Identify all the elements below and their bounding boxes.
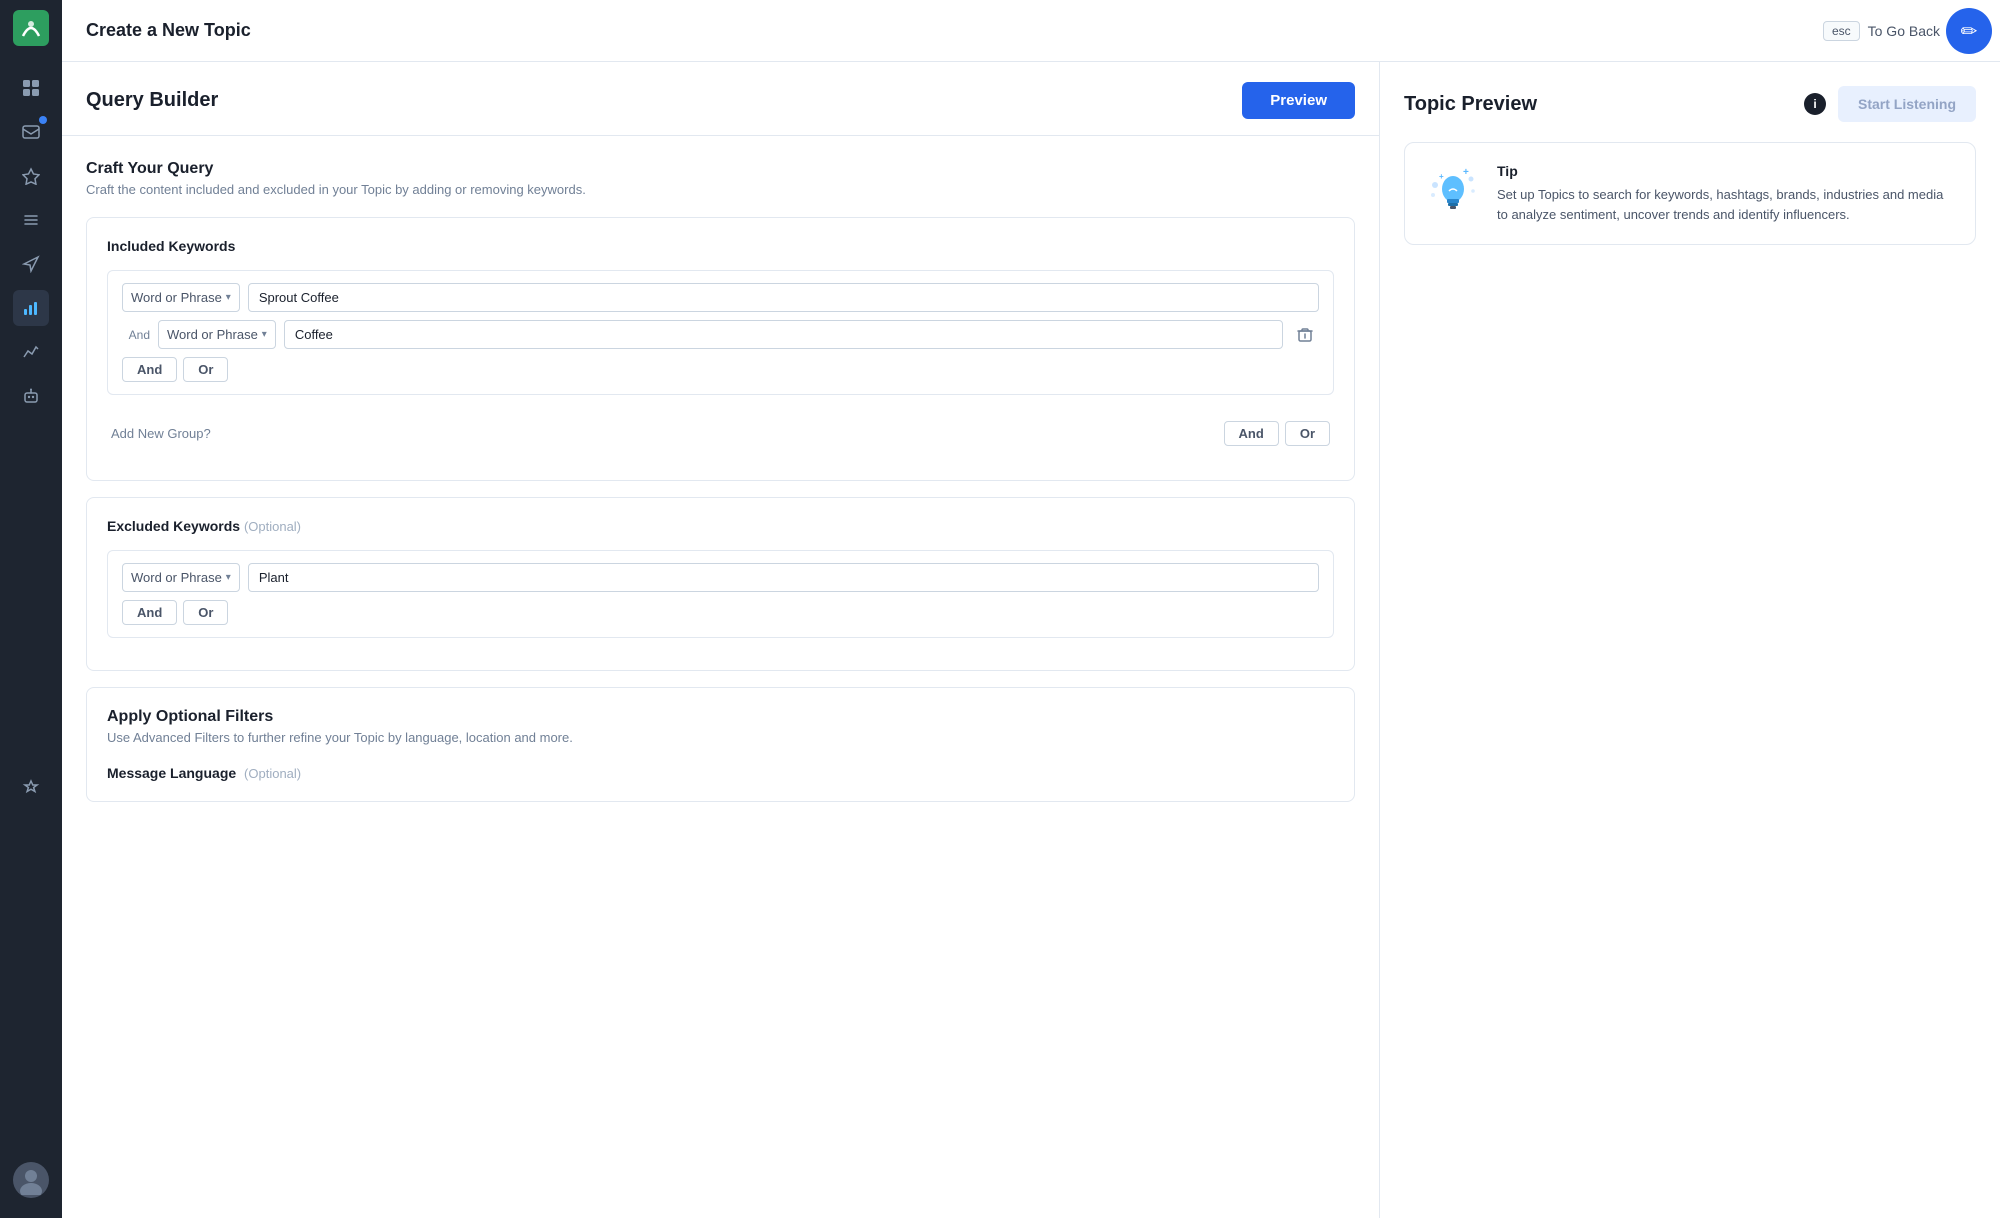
- query-builder-title: Query Builder: [86, 89, 218, 112]
- included-type-select-1[interactable]: Word or Phrase ▾: [122, 283, 240, 312]
- message-language-optional: (Optional): [244, 766, 301, 781]
- sidebar-item-bot[interactable]: [13, 378, 49, 414]
- included-keywords-title: Included Keywords: [107, 238, 1334, 254]
- add-group-or-button[interactable]: Or: [1285, 421, 1330, 446]
- sidebar-logo[interactable]: [13, 10, 49, 46]
- add-group-and-button[interactable]: And: [1224, 421, 1279, 446]
- optional-filters-title: Apply Optional Filters: [107, 708, 1334, 726]
- sidebar-item-dashboard[interactable]: [13, 70, 49, 106]
- optional-filters-desc: Use Advanced Filters to further refine y…: [107, 730, 1334, 745]
- excluded-and-button[interactable]: And: [122, 600, 177, 625]
- right-panel-actions: i Start Listening: [1804, 86, 1976, 122]
- sidebar-item-analytics[interactable]: [13, 290, 49, 326]
- query-builder-header: Query Builder Preview: [62, 62, 1379, 136]
- preview-button[interactable]: Preview: [1242, 82, 1355, 119]
- chevron-down-icon: ▾: [226, 292, 231, 303]
- excluded-keyword-group-1: Word or Phrase ▾ And Or: [107, 550, 1334, 638]
- edit-icon: ✏: [1961, 19, 1978, 44]
- chevron-down-icon-3: ▾: [226, 572, 231, 583]
- included-keyword-row-2: And Word or Phrase ▾: [122, 320, 1319, 349]
- included-keyword-input-2[interactable]: [284, 320, 1283, 349]
- message-language-label: Message Language (Optional): [107, 765, 1334, 781]
- topic-preview-title: Topic Preview: [1404, 93, 1537, 116]
- right-panel-header: Topic Preview i Start Listening: [1404, 86, 1976, 122]
- sidebar-item-send[interactable]: [13, 246, 49, 282]
- included-keywords-box: Included Keywords Word or Phrase ▾: [86, 217, 1355, 481]
- tip-content: Tip Set up Topics to search for keywords…: [1497, 163, 1955, 224]
- tip-description: Set up Topics to search for keywords, ha…: [1497, 185, 1955, 224]
- included-and-button[interactable]: And: [122, 357, 177, 382]
- top-user-edit-button[interactable]: ✏: [1946, 8, 1992, 54]
- excluded-keyword-input-1[interactable]: [248, 563, 1319, 592]
- esc-badge: esc: [1823, 21, 1860, 41]
- excluded-optional-label: (Optional): [244, 519, 301, 534]
- delete-row-button[interactable]: [1291, 321, 1319, 349]
- sidebar-avatar-container[interactable]: [13, 1162, 49, 1208]
- excluded-or-button[interactable]: Or: [183, 600, 228, 625]
- sidebar: [0, 0, 62, 1218]
- sidebar-item-star[interactable]: [13, 770, 49, 806]
- excluded-keyword-row-1: Word or Phrase ▾: [122, 563, 1319, 592]
- tip-icon-wrap: + +: [1425, 163, 1481, 219]
- and-connector-label: And: [122, 328, 150, 342]
- message-language-row: Message Language (Optional): [107, 765, 1334, 781]
- tip-title: Tip: [1497, 163, 1955, 179]
- sidebar-item-pin[interactable]: [13, 158, 49, 194]
- left-panel: Query Builder Preview Craft Your Query C…: [62, 62, 1380, 1218]
- right-panel: Topic Preview i Start Listening: [1380, 62, 2000, 1218]
- to-go-back-label: To Go Back: [1868, 23, 1940, 39]
- header: Create a New Topic esc To Go Back ×: [62, 0, 2000, 62]
- main-content: Create a New Topic esc To Go Back × Quer…: [62, 0, 2000, 1218]
- excluded-keywords-title: Excluded Keywords (Optional): [107, 518, 1334, 534]
- sidebar-item-list[interactable]: [13, 202, 49, 238]
- sidebar-item-bar-chart[interactable]: [13, 334, 49, 370]
- optional-filters-box: Apply Optional Filters Use Advanced Filt…: [86, 687, 1355, 802]
- svg-text:+: +: [1463, 167, 1469, 178]
- excluded-and-or-group: And Or: [122, 600, 1319, 625]
- included-type-select-2[interactable]: Word or Phrase ▾: [158, 320, 276, 349]
- add-new-group-row: Add New Group? And Or: [107, 407, 1334, 460]
- add-new-group-buttons: And Or: [1224, 421, 1330, 446]
- chevron-down-icon-2: ▾: [262, 329, 267, 340]
- excluded-keywords-box: Excluded Keywords (Optional) Word or Phr…: [86, 497, 1355, 671]
- start-listening-button[interactable]: Start Listening: [1838, 86, 1976, 122]
- page-title: Create a New Topic: [86, 20, 1823, 41]
- content-area: Query Builder Preview Craft Your Query C…: [62, 62, 2000, 1218]
- panel-body: Craft Your Query Craft the content inclu…: [62, 136, 1379, 842]
- svg-text:+: +: [1439, 172, 1444, 181]
- info-icon[interactable]: i: [1804, 93, 1826, 115]
- tip-box: + + Tip Set up Topics: [1404, 142, 1976, 245]
- excluded-type-select-1[interactable]: Word or Phrase ▾: [122, 563, 240, 592]
- included-keyword-input-1[interactable]: [248, 283, 1319, 312]
- craft-query-desc: Craft the content included and excluded …: [86, 182, 1355, 197]
- included-keyword-group-1: Word or Phrase ▾ And Word or Phrase: [107, 270, 1334, 395]
- included-and-or-group: And Or: [122, 357, 1319, 382]
- included-or-button[interactable]: Or: [183, 357, 228, 382]
- included-keyword-row-1: Word or Phrase ▾: [122, 283, 1319, 312]
- craft-query-title: Craft Your Query: [86, 160, 1355, 178]
- sidebar-avatar[interactable]: [13, 1162, 49, 1198]
- craft-query-section: Craft Your Query Craft the content inclu…: [86, 160, 1355, 802]
- sidebar-item-inbox[interactable]: [13, 114, 49, 150]
- add-new-group-label: Add New Group?: [111, 426, 211, 441]
